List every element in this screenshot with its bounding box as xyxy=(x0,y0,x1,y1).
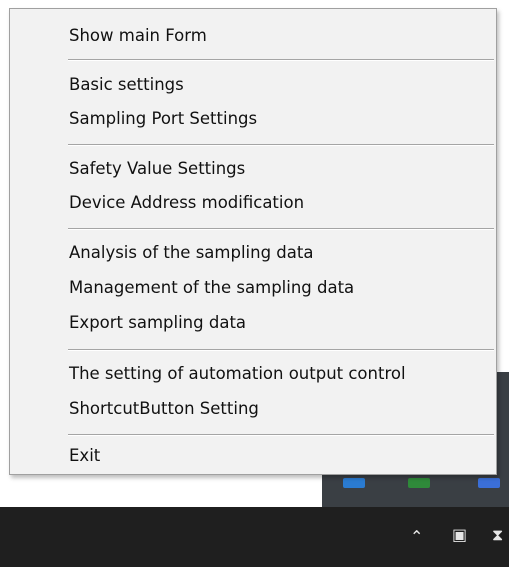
menu-separator xyxy=(68,228,494,230)
tray-app-icon-3[interactable] xyxy=(478,478,500,488)
menu-item-sampling-port-settings[interactable]: Sampling Port Settings xyxy=(11,104,495,134)
menu-separator xyxy=(68,144,494,146)
menu-item-device-address-modification[interactable]: Device Address modification xyxy=(11,188,495,218)
menu-item-safety-value-settings[interactable]: Safety Value Settings xyxy=(11,154,495,184)
chevron-up-icon[interactable]: ⌃ xyxy=(410,529,423,545)
tray-app-icon-2[interactable] xyxy=(408,478,430,488)
taskbar: ⌃ ▣ ⧗ xyxy=(0,507,509,567)
menu-item-management-sampling-data[interactable]: Management of the sampling data xyxy=(11,273,495,303)
menu-item-automation-output-control[interactable]: The setting of automation output control xyxy=(11,359,495,389)
menu-item-exit[interactable]: Exit xyxy=(11,441,495,471)
menu-item-analysis-sampling-data[interactable]: Analysis of the sampling data xyxy=(11,238,495,268)
wifi-icon[interactable]: ⧗ xyxy=(492,527,503,543)
menu-separator xyxy=(68,59,494,61)
tray-context-menu: Show main Form Basic settings Sampling P… xyxy=(9,8,497,475)
menu-separator xyxy=(68,434,494,436)
menu-item-shortcut-button-setting[interactable]: ShortcutButton Setting xyxy=(11,394,495,424)
tray-app-icon-1[interactable] xyxy=(343,478,365,488)
menu-item-show-main-form[interactable]: Show main Form xyxy=(11,21,495,51)
menu-item-export-sampling-data[interactable]: Export sampling data xyxy=(11,308,495,338)
menu-item-basic-settings[interactable]: Basic settings xyxy=(11,70,495,100)
meet-now-icon[interactable]: ▣ xyxy=(452,527,467,543)
menu-separator xyxy=(68,349,494,351)
